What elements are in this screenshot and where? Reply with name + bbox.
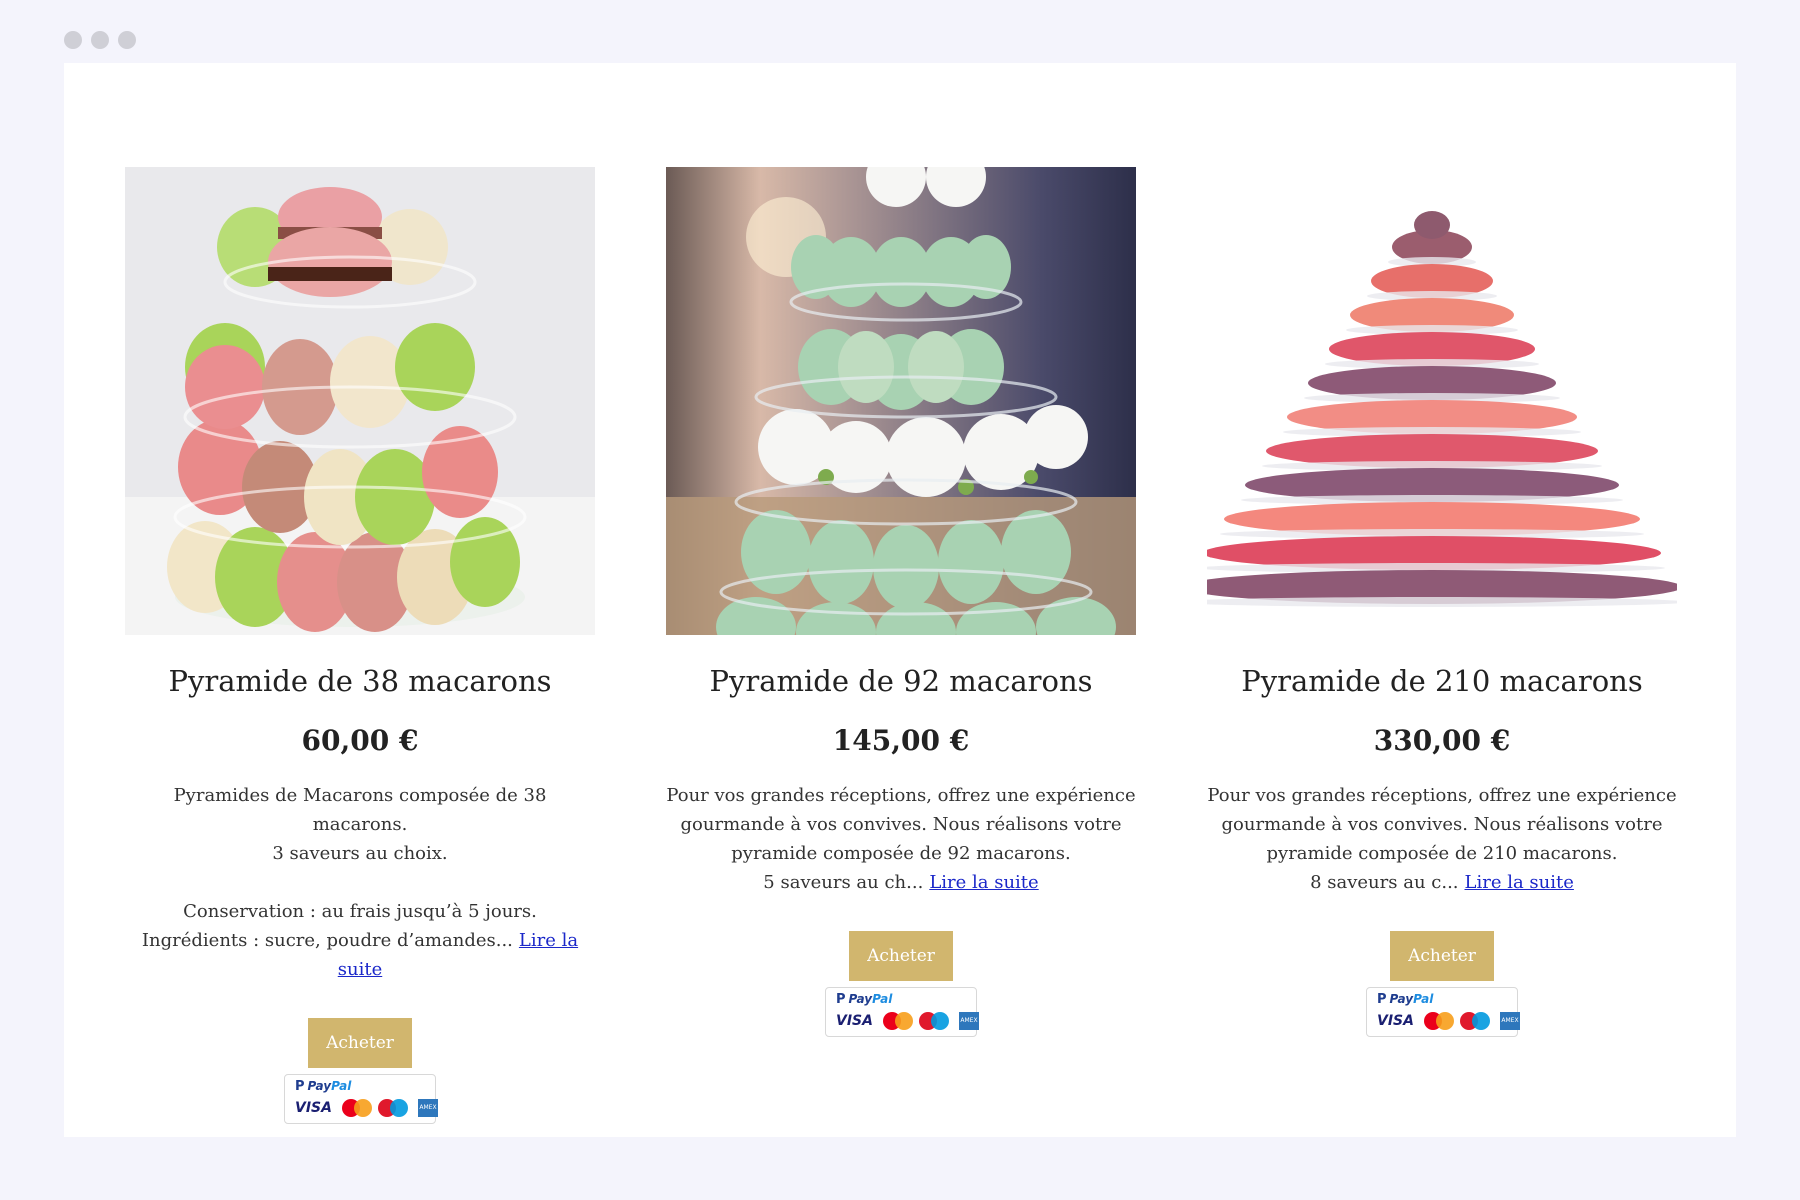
description-line: Ingrédients : sucre, poudre d’amandes...… xyxy=(125,926,595,984)
description-line: Pour vos grandes réceptions, offrez une … xyxy=(1207,785,1677,806)
description-line: 8 saveurs au c... Lire la suite xyxy=(1207,868,1677,897)
description-line: Pour vos grandes réceptions, offrez une … xyxy=(666,785,1136,806)
product-card: Pyramide de 38 macarons 60,00 € Pyramide… xyxy=(125,167,595,1124)
card-logos: VISA AMEX xyxy=(295,1099,438,1117)
paypal-logo: P PayPal xyxy=(1377,992,1434,1007)
product-price: 330,00 € xyxy=(1373,724,1511,757)
product-price: 145,00 € xyxy=(832,724,970,757)
product-description: Pour vos grandes réceptions, offrez une … xyxy=(666,781,1136,897)
payment-methods-badge: P PayPal VISA AMEX xyxy=(284,1074,438,1124)
card-logos: VISA AMEX xyxy=(1377,1012,1520,1030)
product-card: Pyramide de 210 macarons 330,00 € Pour v… xyxy=(1207,167,1677,1037)
buy-button[interactable]: Acheter xyxy=(1390,931,1494,981)
product-card: Pyramide de 92 macarons 145,00 € Pour vo… xyxy=(666,167,1136,1037)
visa-logo: VISA xyxy=(1377,1013,1414,1029)
product-image[interactable] xyxy=(125,167,595,635)
product-description: Pour vos grandes réceptions, offrez une … xyxy=(1207,781,1677,897)
amex-logo: AMEX xyxy=(958,1012,979,1030)
description-line: Conservation : au frais jusqu’à 5 jours. xyxy=(183,901,537,922)
product-image[interactable] xyxy=(1207,167,1677,635)
paypal-logo: P PayPal xyxy=(295,1079,352,1094)
product-image[interactable] xyxy=(666,167,1136,635)
product-description: Pyramides de Macarons composée de 38 mac… xyxy=(125,781,595,984)
product-title[interactable]: Pyramide de 92 macarons xyxy=(666,661,1136,701)
description-line: gourmande à vos convives. Nous réalisons… xyxy=(1221,814,1663,835)
read-more-link[interactable]: Lire la suite xyxy=(929,872,1038,893)
description-line: pyramide composée de 210 macarons. xyxy=(1266,843,1618,864)
product-price: 60,00 € xyxy=(301,724,419,757)
window-controls xyxy=(64,31,136,49)
product-title[interactable]: Pyramide de 38 macarons xyxy=(125,661,595,701)
description-line: Pyramides de Macarons composée de 38 mac… xyxy=(173,785,547,835)
description-line: 3 saveurs au choix. xyxy=(272,843,448,864)
maestro-logo xyxy=(918,1012,949,1030)
product-title[interactable]: Pyramide de 210 macarons xyxy=(1207,661,1677,701)
description-text: Ingrédients : sucre, poudre d’amandes... xyxy=(141,930,513,951)
description-text: 8 saveurs au c... xyxy=(1310,872,1459,893)
visa-logo: VISA xyxy=(295,1100,332,1116)
amex-logo: AMEX xyxy=(1499,1012,1520,1030)
maestro-logo xyxy=(1459,1012,1490,1030)
browser-window: Pyramide de 38 macarons 60,00 € Pyramide… xyxy=(64,63,1736,1137)
mastercard-logo xyxy=(882,1012,913,1030)
mastercard-logo xyxy=(1423,1012,1454,1030)
payment-methods-badge: P PayPal VISA AMEX xyxy=(825,987,979,1037)
read-more-link[interactable]: Lire la suite xyxy=(1465,872,1574,893)
visa-logo: VISA xyxy=(836,1013,873,1029)
buy-button[interactable]: Acheter xyxy=(849,931,953,981)
paypal-logo: P PayPal xyxy=(836,992,893,1007)
card-logos: VISA AMEX xyxy=(836,1012,979,1030)
mastercard-logo xyxy=(341,1099,372,1117)
window-dot[interactable] xyxy=(118,31,136,49)
amex-logo: AMEX xyxy=(417,1099,438,1117)
window-dot[interactable] xyxy=(91,31,109,49)
description-line: gourmande à vos convives. Nous réalisons… xyxy=(680,814,1122,835)
description-line: pyramide composée de 92 macarons. xyxy=(731,843,1071,864)
payment-methods-badge: P PayPal VISA AMEX xyxy=(1366,987,1520,1037)
description-text: 5 saveurs au ch... xyxy=(763,872,924,893)
maestro-logo xyxy=(377,1099,408,1117)
description-line: 5 saveurs au ch... Lire la suite xyxy=(666,868,1136,897)
window-dot[interactable] xyxy=(64,31,82,49)
buy-button[interactable]: Acheter xyxy=(308,1018,412,1068)
